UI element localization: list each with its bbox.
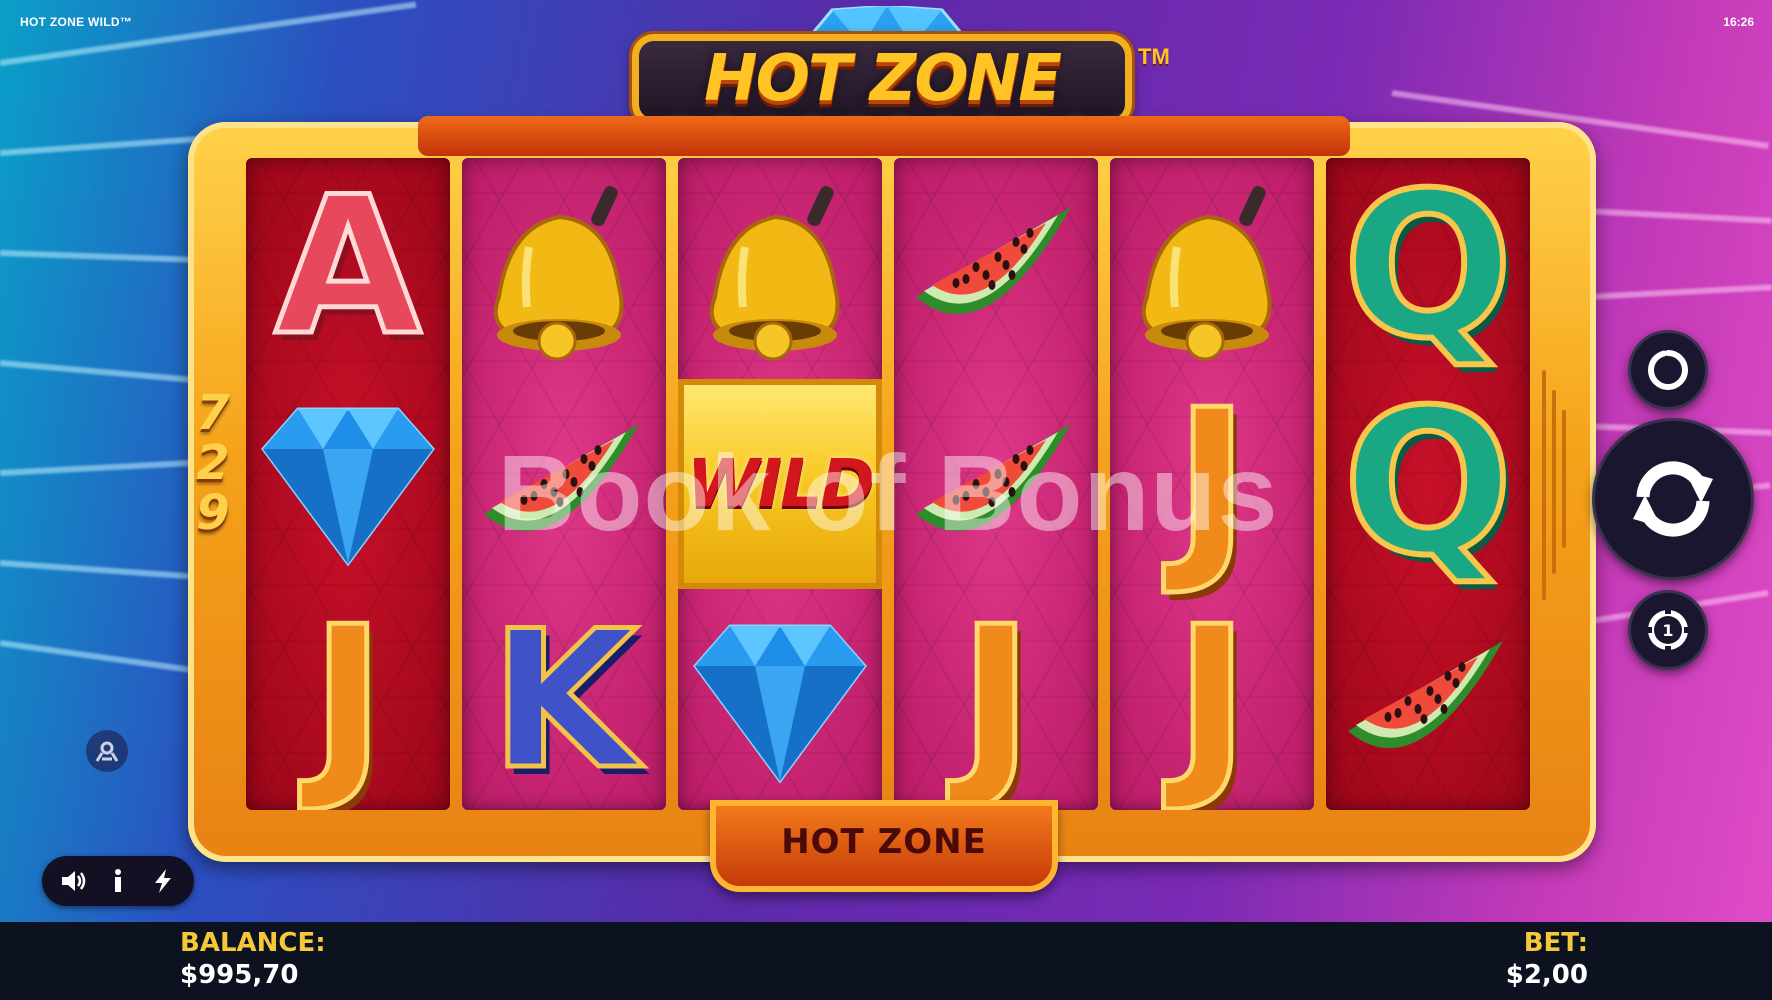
symbol-bell bbox=[462, 158, 666, 375]
watermelon-icon bbox=[916, 423, 1071, 531]
symbol-letter: Q bbox=[1340, 366, 1516, 600]
turbo-button[interactable] bbox=[144, 862, 182, 900]
symbol-letter: J bbox=[1172, 366, 1251, 600]
symbol-watermelon bbox=[894, 158, 1098, 375]
bell-icon bbox=[709, 185, 840, 360]
reel-4: J bbox=[894, 158, 1098, 810]
logo-trademark: TM bbox=[1138, 44, 1170, 69]
balance-label: BALANCE: bbox=[180, 928, 326, 958]
info-button[interactable] bbox=[99, 862, 137, 900]
symbol-letter-q: Q bbox=[1326, 375, 1530, 592]
symbol-letter-q: Q bbox=[1326, 158, 1530, 375]
symbol-bell bbox=[678, 158, 882, 375]
reel-1: AJ bbox=[246, 158, 450, 810]
symbol-letter: J bbox=[1172, 583, 1251, 810]
symbol-letter-j: J bbox=[1110, 592, 1314, 809]
reel-2: K bbox=[462, 158, 666, 810]
ways-digit: 7 bbox=[196, 385, 230, 441]
diamond-icon bbox=[693, 624, 867, 784]
symbol-watermelon bbox=[1326, 592, 1530, 809]
symbol-diamond bbox=[246, 375, 450, 592]
autoplay-icon bbox=[1648, 350, 1688, 390]
symbol-bell bbox=[1110, 158, 1314, 375]
symbol-letter: A bbox=[272, 158, 424, 377]
symbol-letter: J bbox=[956, 583, 1035, 810]
info-icon bbox=[114, 869, 121, 892]
wild-label: WILD bbox=[686, 445, 875, 522]
sound-button[interactable] bbox=[54, 862, 92, 900]
bet-label: BET: bbox=[1523, 928, 1588, 958]
symbol-diamond bbox=[678, 592, 882, 809]
settings-button[interactable] bbox=[86, 730, 128, 772]
autoplay-button[interactable] bbox=[1628, 330, 1708, 410]
diamond-icon bbox=[261, 407, 435, 567]
bet-button[interactable]: 1 bbox=[1628, 590, 1708, 670]
symbol-wild: WILD bbox=[678, 375, 882, 592]
symbol-letter-j: J bbox=[1110, 375, 1314, 592]
spin-button[interactable] bbox=[1592, 418, 1754, 580]
frame-decoration bbox=[1542, 370, 1566, 600]
symbol-letter-j: J bbox=[246, 592, 450, 809]
symbol-letter: K bbox=[488, 589, 640, 810]
symbol-letter-j: J bbox=[894, 592, 1098, 809]
reel-5: JJ bbox=[1110, 158, 1314, 810]
symbol-letter: J bbox=[308, 583, 387, 810]
sound-icon bbox=[61, 871, 85, 891]
bet-chip-icon: 1 bbox=[1646, 608, 1690, 652]
bet-chip-value: 1 bbox=[1662, 621, 1673, 640]
symbol-letter-a: A bbox=[246, 158, 450, 375]
utility-bar bbox=[42, 856, 194, 906]
symbol-watermelon bbox=[462, 375, 666, 592]
ways-digit: 2 bbox=[196, 435, 230, 491]
clock: 16:26 bbox=[1723, 15, 1754, 29]
reel-3: WILD bbox=[678, 158, 882, 810]
settings-icon bbox=[95, 741, 119, 762]
spin-icon bbox=[1633, 461, 1713, 537]
ways-counter: 7 2 9 bbox=[190, 388, 236, 538]
symbol-watermelon bbox=[894, 375, 1098, 592]
bet-value: $2,00 bbox=[1505, 960, 1588, 990]
bell-icon bbox=[493, 185, 624, 360]
reel-6: QQ bbox=[1326, 158, 1530, 810]
window-title: HOT ZONE WILD™ bbox=[20, 15, 133, 29]
wild-tile: WILD bbox=[678, 378, 882, 589]
bell-icon bbox=[1141, 185, 1272, 360]
watermelon-icon bbox=[484, 423, 639, 531]
symbol-letter: Q bbox=[1340, 158, 1516, 383]
balance-value: $995,70 bbox=[180, 960, 299, 990]
lightning-icon bbox=[155, 869, 172, 893]
watermelon-icon bbox=[1348, 640, 1503, 748]
reel-frame-top-bar bbox=[418, 116, 1350, 156]
watermelon-icon bbox=[916, 206, 1071, 314]
ways-digit: 9 bbox=[196, 485, 230, 541]
symbol-letter-k: K bbox=[462, 592, 666, 809]
hot-zone-label: HOT ZONE bbox=[781, 822, 987, 862]
